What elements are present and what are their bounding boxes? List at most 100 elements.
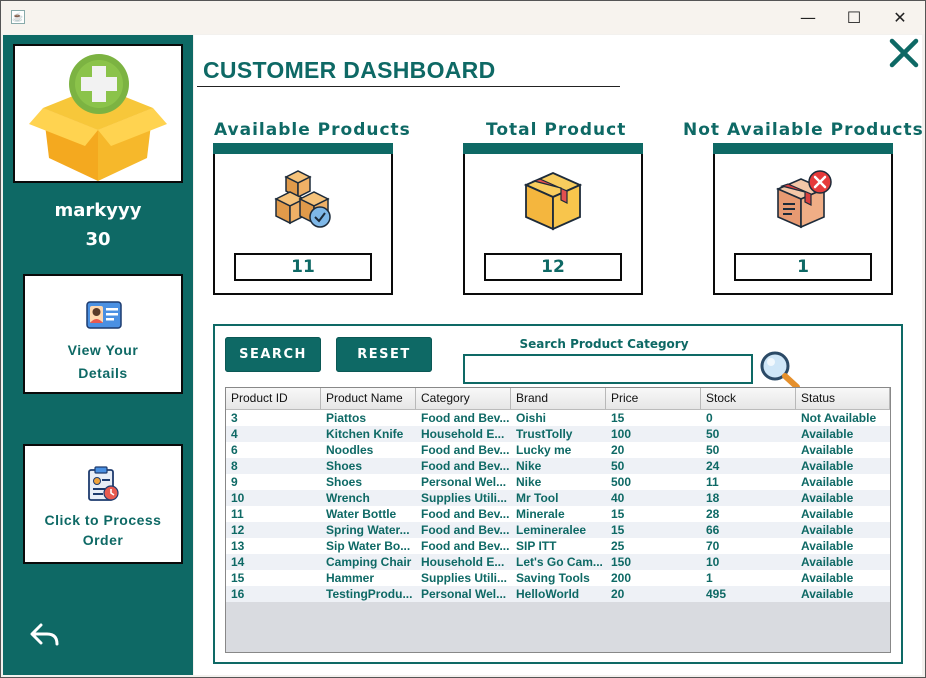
products-table[interactable]: Product ID Product Name Category Brand Price… [225, 387, 891, 653]
table-row[interactable]: 16 TestingProdu... Personal Wel... HelloWor… [226, 586, 890, 602]
table-cell: 15 [611, 523, 625, 537]
table-row[interactable]: 11 Water Bottle Food and Bev... Minerale 15 2… [226, 506, 890, 522]
not-available-products-title: Not Available Products [683, 120, 924, 140]
title-underline [197, 86, 620, 87]
box-icon [523, 172, 583, 231]
table-cell: 12 [231, 523, 245, 537]
title-bar: ☕ — ☐ ✕ [1, 1, 925, 34]
table-cell: Supplies Utili... [421, 571, 508, 585]
table-cell: HelloWorld [516, 587, 580, 601]
table-cell: 20 [611, 443, 625, 457]
column-header[interactable]: Brand [511, 388, 606, 409]
table-cell: 66 [706, 523, 720, 537]
box-add-icon [29, 54, 167, 181]
table-row[interactable]: 6 Noodles Food and Bev... Lucky me 20 50 Avail… [226, 442, 890, 458]
total-product-value: 12 [484, 253, 622, 281]
table-cell: Spring Water... [326, 523, 410, 537]
clipboard-icon [88, 466, 119, 501]
table-cell: 1 [706, 571, 713, 585]
search-button[interactable]: SEARCH [225, 337, 321, 372]
username-label: markyyy [54, 200, 142, 221]
java-cup-icon: ☕ [11, 10, 25, 24]
table-cell: 70 [706, 539, 720, 553]
sidebar: markyyy 30 View Your Details Click to Pr… [3, 35, 193, 675]
table-cell: 25 [611, 539, 625, 553]
not-available-products-value: 1 [734, 253, 872, 281]
table-cell: Oishi [516, 411, 547, 425]
table-row[interactable]: 8 Shoes Food and Bev... Nike 50 24 Available [226, 458, 890, 474]
back-arrow-icon[interactable] [27, 619, 61, 649]
process-order-line2: Order [82, 532, 124, 548]
table-cell: Food and Bev... [421, 459, 510, 473]
column-header[interactable]: Product ID [226, 388, 321, 409]
table-cell: Water Bottle [326, 507, 397, 521]
table-cell: Shoes [326, 459, 363, 473]
table-cell: Available [801, 475, 854, 489]
table-row[interactable]: 14 Camping Chair Household E... Let's Go Ca… [226, 554, 890, 570]
table-cell: 15 [611, 507, 625, 521]
minimize-button[interactable]: — [785, 1, 831, 34]
column-header[interactable]: Stock [701, 388, 796, 409]
search-category-input[interactable] [463, 354, 753, 384]
card-header-bar [463, 143, 643, 154]
table-cell: 200 [611, 571, 632, 585]
reset-button[interactable]: RESET [336, 337, 432, 372]
view-details-button[interactable]: View Your Details [23, 274, 183, 394]
products-panel: SEARCH RESET Search Product Category Pro… [213, 324, 903, 664]
available-products-value: 11 [234, 253, 372, 281]
table-cell: Piattos [326, 411, 367, 425]
table-cell: Hammer [326, 571, 375, 585]
table-cell: Household E... [421, 427, 505, 441]
table-cell: Available [801, 491, 854, 505]
user-age-label: 30 [85, 229, 111, 250]
table-cell: 4 [231, 427, 238, 441]
column-header[interactable]: Price [606, 388, 701, 409]
table-cell: 10 [231, 491, 245, 505]
table-cell: Available [801, 571, 854, 585]
column-header[interactable]: Status [796, 388, 890, 409]
column-header[interactable]: Category [416, 388, 511, 409]
table-row[interactable]: 13 Sip Water Bo... Food and Bev... SIP ITT 2… [226, 538, 890, 554]
table-cell: Mr Tool [516, 491, 559, 505]
table-cell: Food and Bev... [421, 539, 510, 553]
maximize-button[interactable]: ☐ [831, 1, 877, 34]
table-cell: 10 [706, 555, 720, 569]
table-cell: Personal Wel... [421, 475, 507, 489]
table-cell: 495 [706, 587, 727, 601]
table-cell: 150 [611, 555, 632, 569]
boxes-check-icon [274, 170, 331, 228]
table-cell: TrustTolly [516, 427, 573, 441]
table-cell: Shoes [326, 475, 363, 489]
table-cell: Available [801, 555, 854, 569]
box-x-icon [775, 170, 832, 229]
table-cell: TestingProdu... [326, 587, 413, 601]
process-order-button[interactable]: Click to Process Order [23, 444, 183, 564]
table-cell: Nike [516, 475, 542, 489]
app-window: ☕ — ☐ ✕ markyyy 30 View Your Details Cli… [0, 0, 926, 678]
table-cell: 500 [611, 475, 632, 489]
search-category-label: Search Product Category [519, 337, 689, 351]
view-details-line2: Details [78, 365, 128, 381]
table-row[interactable]: 4 Kitchen Knife Household E... TrustTolly 10… [226, 426, 890, 442]
column-header[interactable]: Product Name [321, 388, 416, 409]
table-cell: Sip Water Bo... [326, 539, 411, 553]
table-cell: 0 [706, 411, 713, 425]
table-row[interactable]: 3 Piattos Food and Bev... Oishi 15 0 Not Avail… [226, 410, 890, 426]
table-row[interactable]: 9 Shoes Personal Wel... Nike 500 11 Available [226, 474, 890, 490]
table-cell: SIP ITT [516, 539, 557, 553]
close-x-icon[interactable] [888, 37, 920, 69]
table-cell: 20 [611, 587, 625, 601]
table-header: Product ID Product Name Category Brand Price… [226, 388, 890, 410]
table-row[interactable]: 10 Wrench Supplies Utili... Mr Tool 40 18 Ava… [226, 490, 890, 506]
table-cell: Available [801, 459, 854, 473]
search-icon[interactable] [757, 349, 803, 389]
table-cell: 6 [231, 443, 238, 457]
table-cell: 9 [231, 475, 238, 489]
table-row[interactable]: 15 Hammer Supplies Utili... Saving Tools 2… [226, 570, 890, 586]
table-row[interactable]: 12 Spring Water... Food and Bev... Leminera… [226, 522, 890, 538]
table-cell: Not Available [801, 411, 877, 425]
total-product-card: 12 [463, 143, 643, 295]
table-cell: Available [801, 587, 854, 601]
window-close-button[interactable]: ✕ [877, 1, 923, 34]
main-panel: CUSTOMER DASHBOARD Available Products To… [194, 35, 924, 675]
